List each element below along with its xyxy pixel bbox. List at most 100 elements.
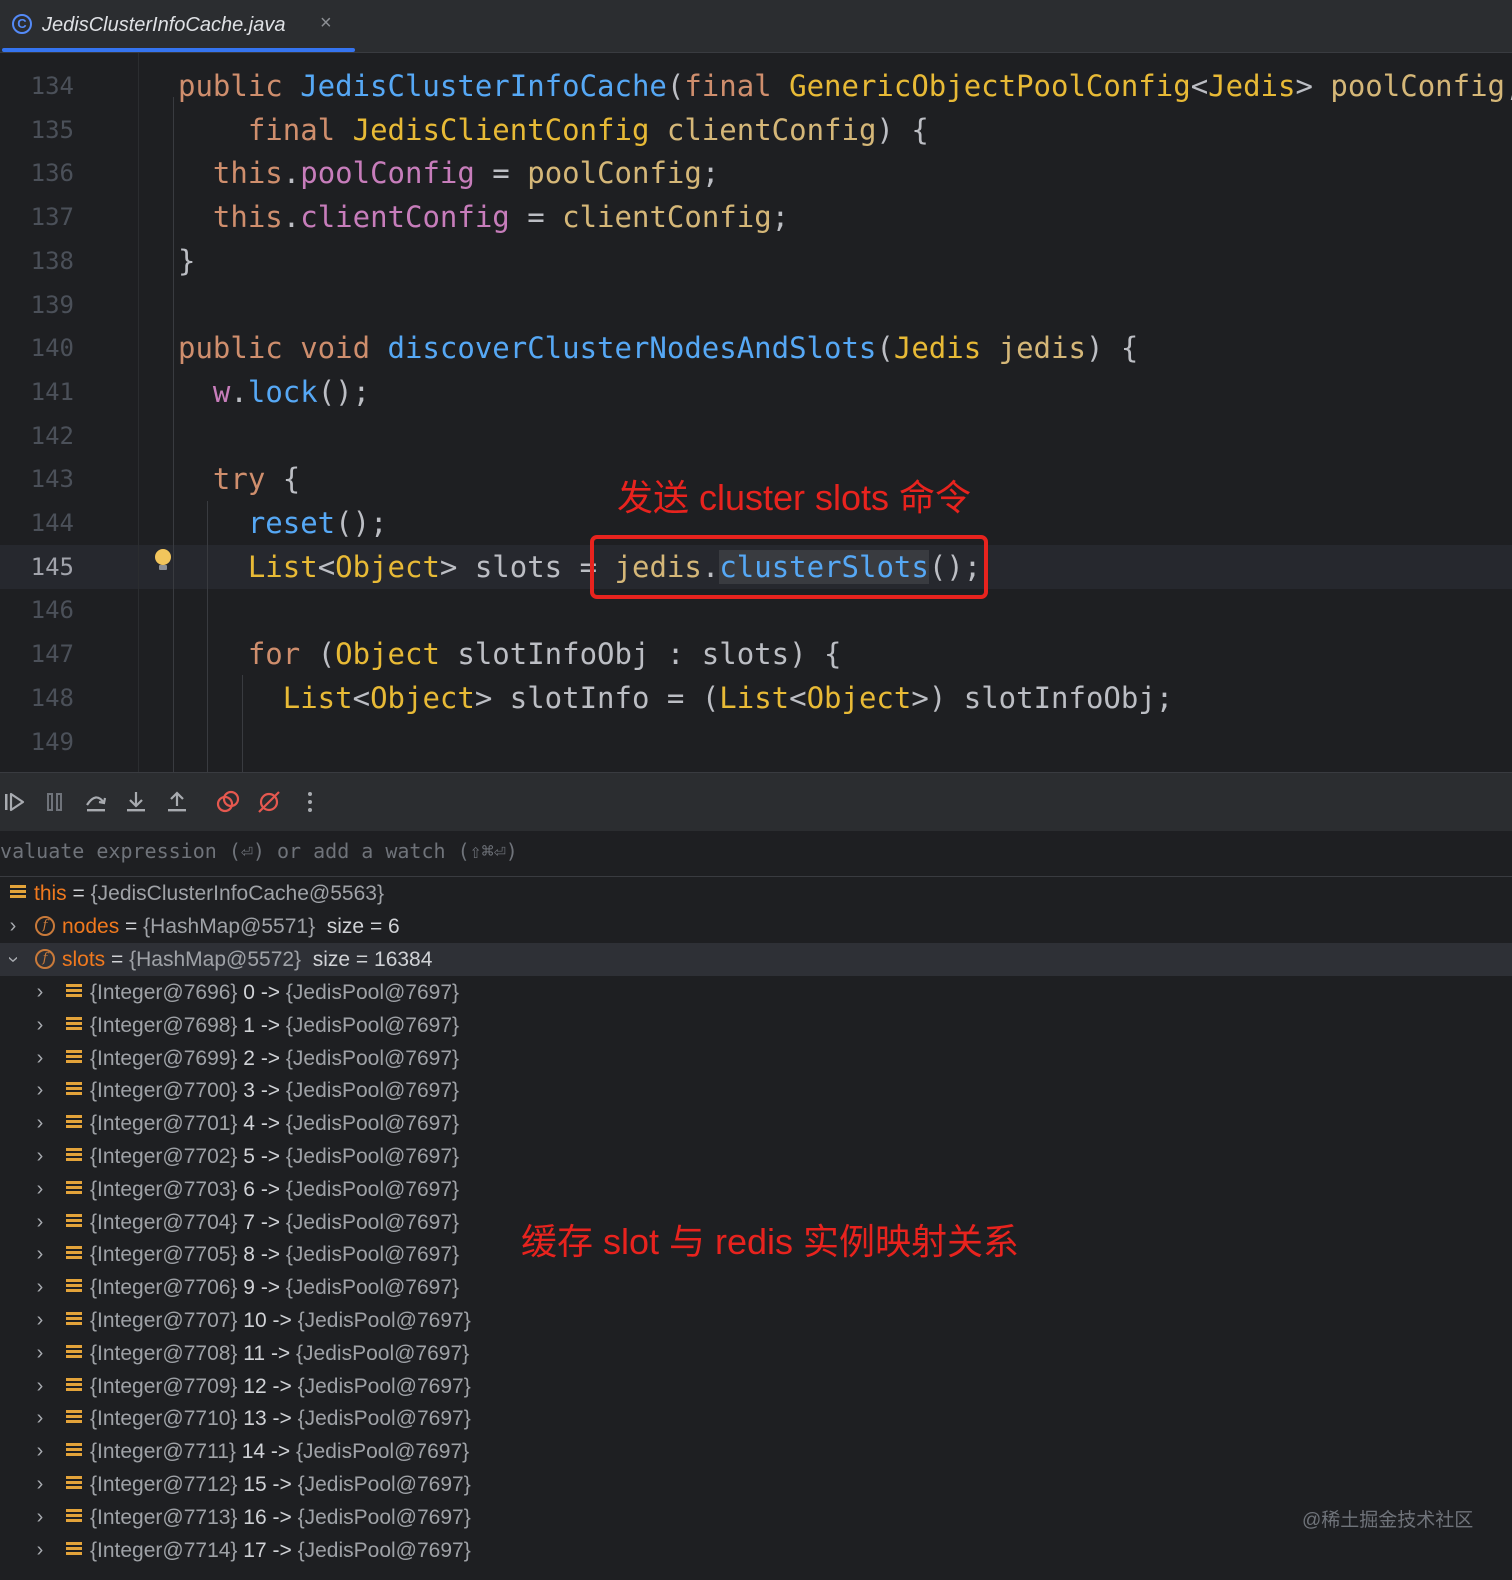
code-text[interactable]: public JedisClusterInfoCache(final Gener… [178,64,1512,108]
step-over-icon[interactable] [83,789,109,815]
map-entry-row[interactable]: › {Integer@7709} 12 -> {JedisPool@7697} [0,1370,1512,1403]
line-number[interactable]: 139 [0,283,74,327]
chevron-right-icon[interactable]: › [3,910,23,943]
chevron-right-icon[interactable]: › [30,1042,50,1075]
code-text[interactable]: this.poolConfig = poolConfig; [178,151,719,195]
map-entry-row[interactable]: › {Integer@7712} 15 -> {JedisPool@7697} [0,1468,1512,1501]
line-number[interactable]: 147 [0,632,74,676]
line-number[interactable]: 137 [0,195,74,239]
chevron-right-icon[interactable]: › [30,1468,50,1501]
entry-value: {JedisPool@7697} [296,1440,470,1464]
chevron-right-icon[interactable]: › [30,1173,50,1206]
lightbulb-icon[interactable] [155,549,171,571]
map-entry-row[interactable]: › {Integer@7701} 4 -> {JedisPool@7697} [0,1107,1512,1140]
code-line[interactable]: 148 List<Object> slotInfo = (List<Object… [0,676,1512,720]
map-entry-row[interactable]: › {Integer@7707} 10 -> {JedisPool@7697} [0,1304,1512,1337]
chevron-right-icon[interactable]: › [30,1074,50,1107]
step-out-icon[interactable] [164,789,190,815]
variable-row-nodes[interactable]: › f nodes = {HashMap@5571} size = 6 [0,910,1512,943]
code-text[interactable]: try { [178,457,300,501]
code-line[interactable]: 136 this.poolConfig = poolConfig; [0,151,1512,195]
code-text[interactable]: w.lock(); [178,370,370,414]
map-entry-row[interactable]: › {Integer@7706} 9 -> {JedisPool@7697} [0,1271,1512,1304]
map-entry-icon [66,1312,82,1328]
tab-jedis-cluster-info-cache[interactable]: C JedisClusterInfoCache.java × [0,0,355,52]
variable-row-slots[interactable]: › f slots = {HashMap@5572} size = 16384 [0,943,1512,976]
variable-row-this[interactable]: this = {JedisClusterInfoCache@5563} [0,877,1512,910]
line-number[interactable]: 138 [0,239,74,283]
map-entry-row[interactable]: › {Integer@7699} 2 -> {JedisPool@7697} [0,1042,1512,1075]
close-icon[interactable]: × [320,12,332,35]
code-line[interactable]: 141 w.lock(); [0,370,1512,414]
map-entry-row[interactable]: › {Integer@7700} 3 -> {JedisPool@7697} [0,1074,1512,1107]
entry-key: {Integer@7710} [90,1407,238,1431]
chevron-right-icon[interactable]: › [30,1009,50,1042]
code-line[interactable]: 147 for (Object slotInfoObj : slots) { [0,632,1512,676]
map-entry-row[interactable]: › {Integer@7702} 5 -> {JedisPool@7697} [0,1140,1512,1173]
map-entry-row[interactable]: › {Integer@7711} 14 -> {JedisPool@7697} [0,1435,1512,1468]
map-entry-row[interactable]: › {Integer@7713} 16 -> {JedisPool@7697} [0,1501,1512,1534]
field-icon: f [35,949,55,969]
code-token: ; [771,200,790,235]
map-entry-row[interactable]: › {Integer@7714} 17 -> {JedisPool@7697} [0,1534,1512,1567]
entry-arrow: -> [266,1309,298,1332]
code-line[interactable]: 134 public JedisClusterInfoCache(final Ge… [0,64,1512,108]
map-entry-row[interactable]: › {Integer@7698} 1 -> {JedisPool@7697} [0,1009,1512,1042]
chevron-right-icon[interactable]: › [30,1435,50,1468]
code-line[interactable]: 149 [0,720,1512,764]
code-line[interactable]: 135 final JedisClientConfig clientConfig… [0,108,1512,152]
code-text[interactable]: } [178,239,195,283]
code-editor[interactable]: 134 public JedisClusterInfoCache(final Ge… [0,53,1512,772]
code-line[interactable]: 139 [0,283,1512,327]
line-number[interactable]: 141 [0,370,74,414]
chevron-right-icon[interactable]: › [30,1337,50,1370]
line-number[interactable]: 144 [0,501,74,545]
map-entry-row[interactable]: › {Integer@7708} 11 -> {JedisPool@7697} [0,1337,1512,1370]
code-text[interactable]: final JedisClientConfig clientConfig) { [178,108,929,152]
code-token: (); [335,506,388,540]
line-number[interactable]: 140 [0,326,74,370]
line-number[interactable]: 143 [0,457,74,501]
pause-icon[interactable] [42,789,68,815]
chevron-right-icon[interactable]: › [30,1402,50,1435]
code-line[interactable]: 137 this.clientConfig = clientConfig; [0,195,1512,239]
code-token: ( [876,331,894,366]
mute-breakpoints-icon[interactable] [256,789,282,815]
line-number[interactable]: 146 [0,588,74,632]
view-breakpoints-icon[interactable] [215,789,241,815]
code-text[interactable]: public void discoverClusterNodesAndSlots… [178,326,1138,370]
entry-index: 10 [243,1309,267,1332]
chevron-right-icon[interactable]: › [30,1271,50,1304]
chevron-right-icon[interactable]: › [30,1140,50,1173]
line-number[interactable]: 145 [0,545,74,589]
chevron-right-icon[interactable]: › [30,1107,50,1140]
line-number[interactable]: 134 [0,64,74,108]
code-text[interactable]: List<Object> slotInfo = (List<Object>) s… [178,676,1174,720]
code-text[interactable]: reset(); [178,501,388,545]
step-into-icon[interactable] [123,789,149,815]
chevron-right-icon[interactable]: › [30,976,50,1009]
chevron-right-icon[interactable]: › [30,1534,50,1567]
code-line[interactable]: 140 public void discoverClusterNodesAndSl… [0,326,1512,370]
code-text[interactable]: this.clientConfig = clientConfig; [178,195,789,239]
resume-icon[interactable] [2,789,28,815]
code-line[interactable]: 142 [0,414,1512,458]
line-number[interactable]: 136 [0,151,74,195]
chevron-right-icon[interactable]: › [30,1370,50,1403]
map-entry-row[interactable]: › {Integer@7710} 13 -> {JedisPool@7697} [0,1402,1512,1435]
code-text[interactable]: for (Object slotInfoObj : slots) { [178,632,842,676]
chevron-right-icon[interactable]: › [30,1238,50,1271]
chevron-right-icon[interactable]: › [30,1304,50,1337]
chevron-right-icon[interactable]: › [30,1206,50,1239]
more-icon[interactable] [297,789,323,815]
chevron-down-icon[interactable]: › [0,950,30,970]
line-number[interactable]: 148 [0,676,74,720]
line-number[interactable]: 142 [0,414,74,458]
code-line[interactable]: 138} [0,239,1512,283]
line-number[interactable]: 135 [0,108,74,152]
evaluate-expression-input[interactable]: Evaluate expression (⏎) or add a watch (… [0,831,1512,877]
map-entry-row[interactable]: › {Integer@7696} 0 -> {JedisPool@7697} [0,976,1512,1009]
map-entry-row[interactable]: › {Integer@7703} 6 -> {JedisPool@7697} [0,1173,1512,1206]
chevron-right-icon[interactable]: › [30,1501,50,1534]
line-number[interactable]: 149 [0,720,74,764]
